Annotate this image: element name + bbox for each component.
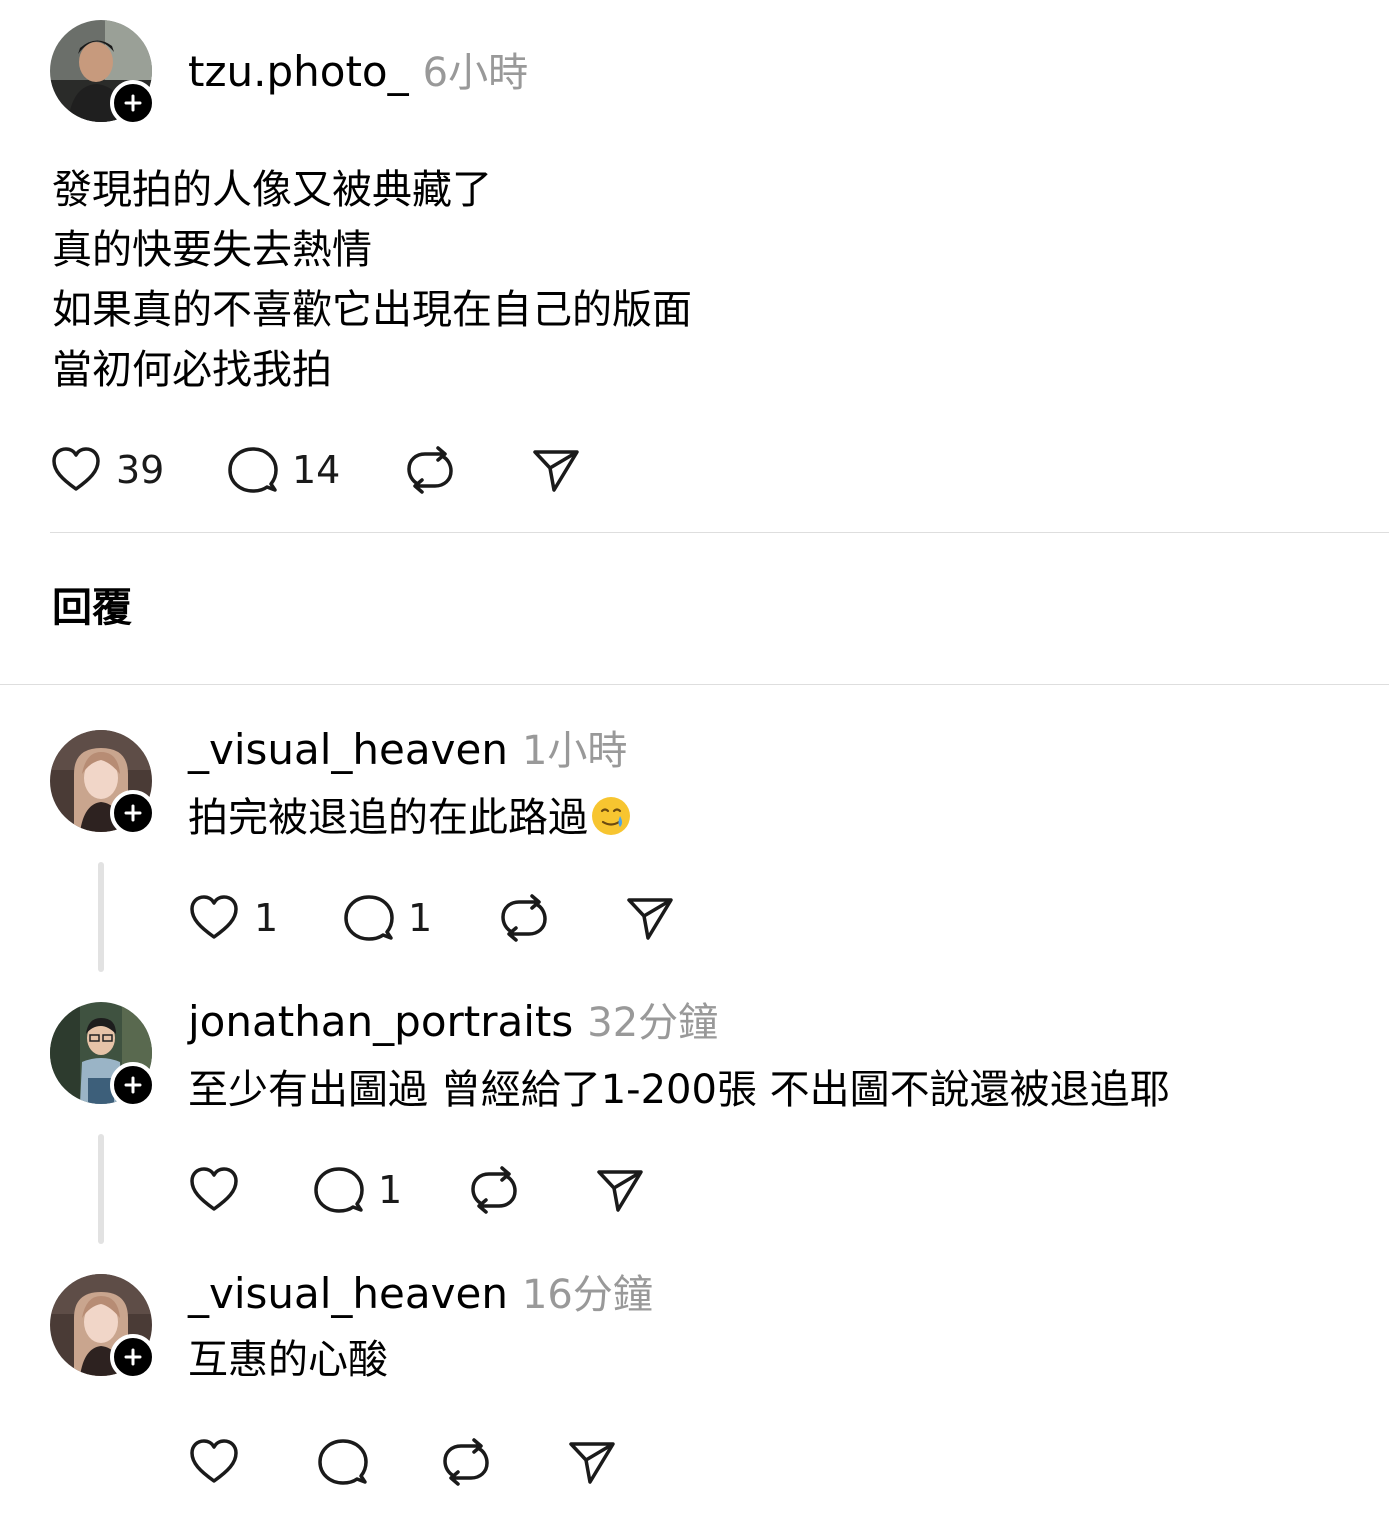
like-button[interactable]: 39 xyxy=(50,444,164,496)
post-body: 發現拍的人像又被典藏了 真的快要失去熱情 如果真的不喜歡它出現在自己的版面 當初… xyxy=(52,160,692,400)
follow-button[interactable] xyxy=(110,80,156,126)
comment-icon xyxy=(314,1167,364,1213)
heart-icon xyxy=(190,1439,238,1483)
post-line: 發現拍的人像又被典藏了 xyxy=(52,167,492,213)
comment-button[interactable]: 1 xyxy=(312,1164,402,1216)
post-username[interactable]: tzu.photo_ 6小時 xyxy=(188,46,528,99)
post-divider xyxy=(50,532,1389,533)
share-button[interactable] xyxy=(624,892,676,944)
plus-icon xyxy=(124,94,142,112)
heart-icon xyxy=(190,1167,238,1211)
comment-count: 1 xyxy=(378,1168,403,1212)
comment-button[interactable] xyxy=(316,1436,368,1488)
repost-button[interactable] xyxy=(468,1164,520,1216)
heart-icon xyxy=(52,447,100,491)
repost-icon xyxy=(501,894,547,942)
reply-text: 拍完被退追的在此路過 xyxy=(188,792,632,844)
send-icon xyxy=(569,1442,615,1484)
post-line: 真的快要失去熱情 xyxy=(52,227,372,273)
thread-line xyxy=(98,1134,104,1244)
comment-button[interactable]: 14 xyxy=(226,444,340,496)
reply-text: 互惠的心酸 xyxy=(188,1337,388,1383)
thread-line xyxy=(98,862,104,972)
plus-icon xyxy=(124,804,142,822)
send-icon xyxy=(627,898,673,940)
reply-text: 至少有出圖過 曾經給了1-200張 不出圖不說還被退追耶 xyxy=(188,1067,1170,1113)
send-icon xyxy=(533,450,579,492)
post-line: 當初何必找我拍 xyxy=(52,347,332,393)
post-timestamp: 6小時 xyxy=(422,50,529,96)
face-holding-back-tears-icon xyxy=(592,797,630,835)
like-button[interactable] xyxy=(188,1436,240,1488)
reply-timestamp: 32分鐘 xyxy=(587,1000,719,1046)
reply-timestamp: 1小時 xyxy=(521,728,628,774)
reply-username[interactable]: _visual_heaven 16分鐘 xyxy=(188,1268,653,1321)
follow-button[interactable] xyxy=(110,1062,156,1108)
like-count: 1 xyxy=(254,896,279,940)
post-line: 如果真的不喜歡它出現在自己的版面 xyxy=(52,287,692,333)
comment-count: 14 xyxy=(292,448,341,492)
follow-button[interactable] xyxy=(110,1334,156,1380)
comment-icon xyxy=(228,447,278,493)
like-button[interactable] xyxy=(188,1164,240,1216)
reply-username[interactable]: _visual_heaven 1小時 xyxy=(188,724,627,777)
share-button[interactable] xyxy=(530,444,582,496)
plus-icon xyxy=(124,1076,142,1094)
comment-icon xyxy=(344,895,394,941)
repost-button[interactable] xyxy=(440,1436,492,1488)
share-button[interactable] xyxy=(594,1164,646,1216)
plus-icon xyxy=(124,1348,142,1366)
repost-icon xyxy=(471,1166,517,1214)
repost-button[interactable] xyxy=(498,892,550,944)
heart-icon xyxy=(190,895,238,939)
like-button[interactable]: 1 xyxy=(188,892,278,944)
comment-button[interactable]: 1 xyxy=(342,892,432,944)
comment-icon xyxy=(318,1439,368,1485)
repost-icon xyxy=(443,1438,489,1486)
comment-count: 1 xyxy=(408,896,433,940)
reply-username[interactable]: jonathan_portraits 32分鐘 xyxy=(188,996,718,1049)
share-button[interactable] xyxy=(566,1436,618,1488)
send-icon xyxy=(597,1170,643,1212)
reply-timestamp: 16分鐘 xyxy=(521,1272,653,1318)
like-count: 39 xyxy=(116,448,165,492)
repost-button[interactable] xyxy=(404,444,456,496)
follow-button[interactable] xyxy=(110,790,156,836)
repost-icon xyxy=(407,446,453,494)
replies-heading: 回覆 xyxy=(52,585,132,631)
replies-divider xyxy=(0,684,1389,685)
